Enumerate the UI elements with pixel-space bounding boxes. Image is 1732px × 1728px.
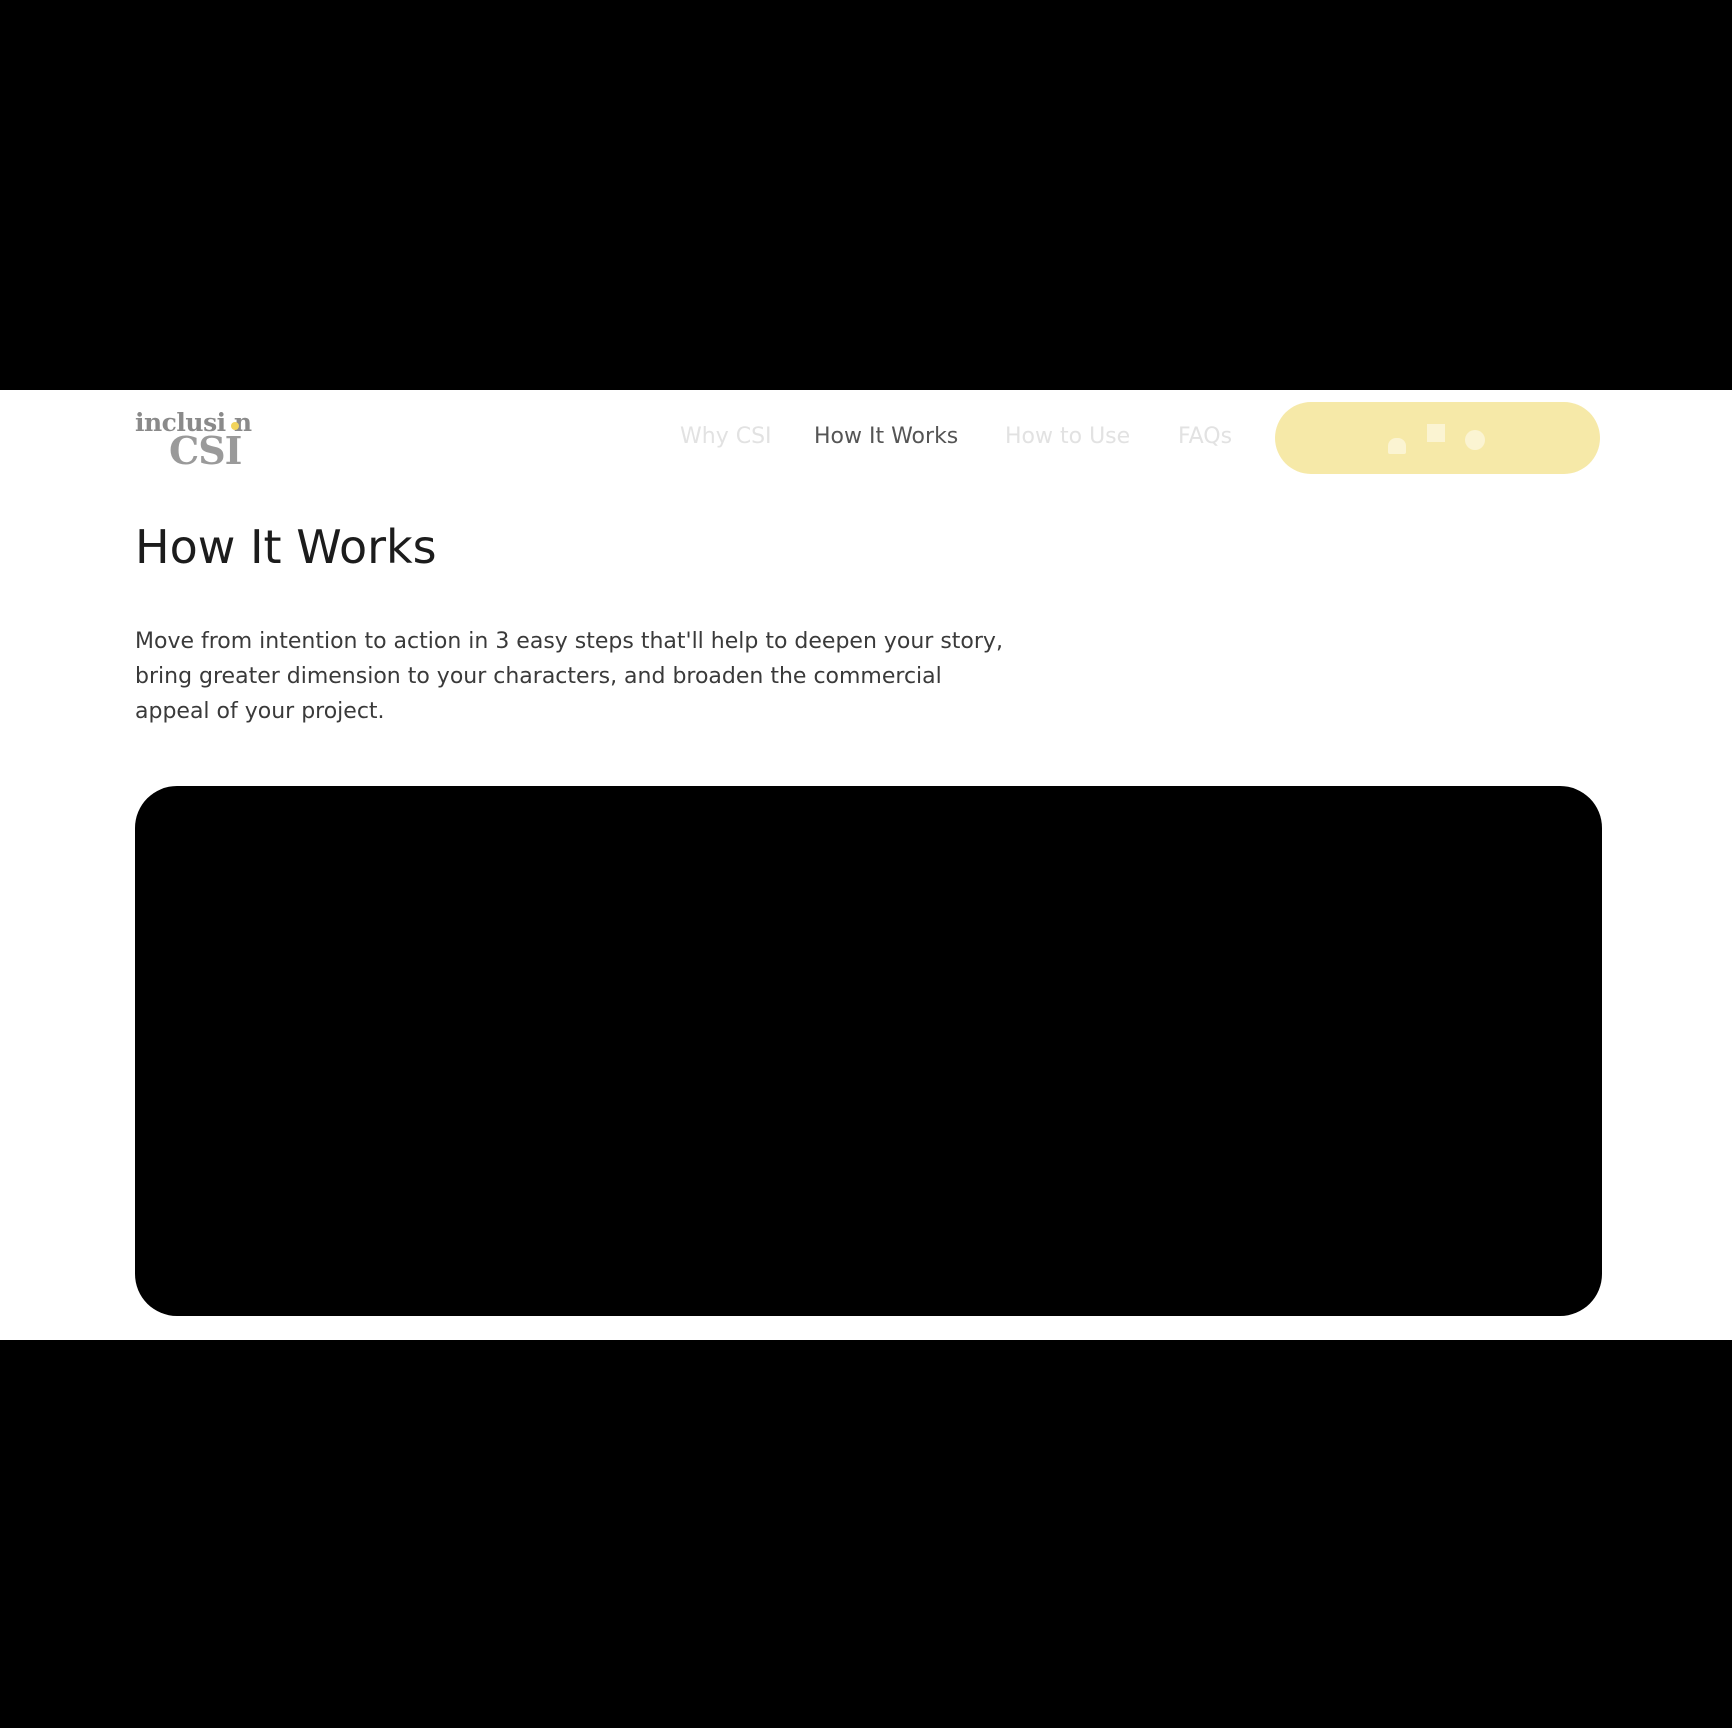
nav-item-how-it-works[interactable]: How It Works [814, 424, 958, 449]
cta-button[interactable] [1275, 402, 1600, 474]
nav-item-why-csi[interactable]: Why CSI [680, 424, 772, 449]
nav-item-how-to-use[interactable]: How to Use [1005, 424, 1130, 449]
video-player[interactable] [135, 786, 1602, 1316]
intro-text: Move from intention to action in 3 easy … [135, 629, 1003, 724]
nav-item-faqs[interactable]: FAQs [1178, 424, 1232, 449]
house-icon [1388, 438, 1406, 454]
square-icon [1427, 424, 1445, 442]
main-nav: Why CSI How It Works How to Use FAQs [0, 424, 1240, 454]
page: inclusi n CSI Why CSI How It Works How t… [0, 390, 1732, 1340]
letterbox-bottom [0, 1340, 1732, 1728]
circle-icon [1465, 430, 1485, 450]
letterbox-top [0, 0, 1732, 390]
page-title: How It Works [135, 520, 437, 574]
